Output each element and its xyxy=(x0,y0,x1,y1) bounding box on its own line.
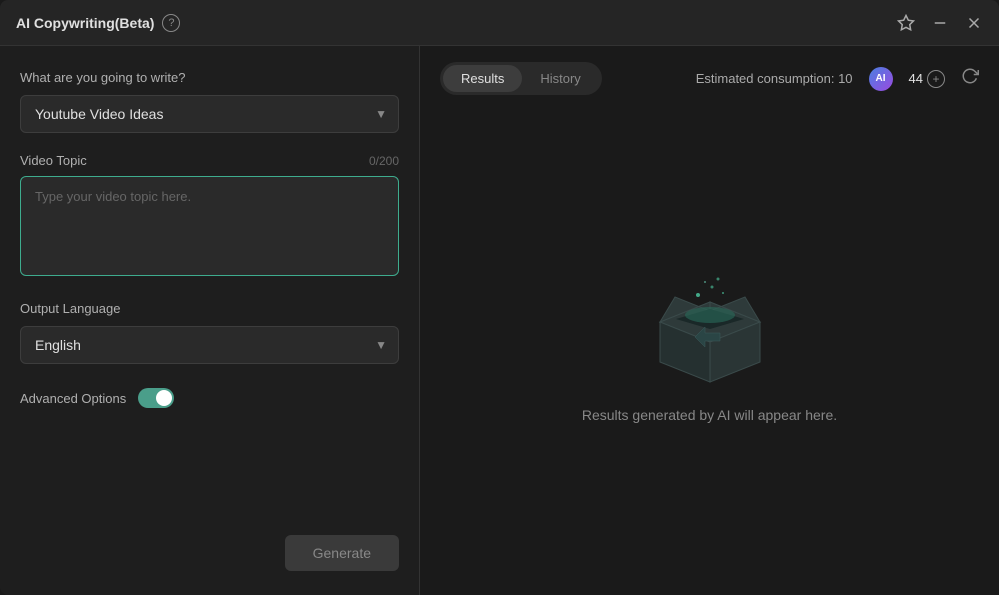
title-bar-left: AI Copywriting(Beta) ? xyxy=(16,14,180,32)
video-topic-label: Video Topic xyxy=(20,153,87,168)
help-icon[interactable]: ? xyxy=(162,14,180,32)
video-topic-header: Video Topic 0/200 xyxy=(20,153,399,168)
tabs-group: Results History xyxy=(440,62,602,95)
app-window: AI Copywriting(Beta) ? xyxy=(0,0,999,595)
video-topic-input[interactable] xyxy=(20,176,399,276)
box-illustration xyxy=(640,267,780,387)
output-language-label: Output Language xyxy=(20,301,399,316)
estimated-consumption: Estimated consumption: 10 xyxy=(696,71,853,86)
credit-number: 44 xyxy=(909,71,923,86)
close-icon[interactable] xyxy=(965,14,983,32)
bookmark-icon[interactable] xyxy=(897,14,915,32)
generate-button[interactable]: Generate xyxy=(285,535,399,571)
advanced-options-toggle[interactable] xyxy=(138,388,174,408)
minimize-icon[interactable] xyxy=(931,14,949,32)
advanced-options-label: Advanced Options xyxy=(20,391,126,406)
app-title: AI Copywriting(Beta) xyxy=(16,15,154,31)
right-panel-header: Results History Estimated consumption: 1… xyxy=(440,62,979,95)
language-dropdown-wrapper: English Spanish French German Chinese ▼ xyxy=(20,326,399,364)
char-count: 0/200 xyxy=(369,154,399,168)
tab-results[interactable]: Results xyxy=(443,65,522,92)
write-type-dropdown[interactable]: Youtube Video Ideas Blog Post Product De… xyxy=(20,95,399,133)
textarea-wrapper xyxy=(20,176,399,281)
empty-state-text: Results generated by AI will appear here… xyxy=(582,407,837,423)
add-credits-icon[interactable]: + xyxy=(927,70,945,88)
window-controls xyxy=(897,14,983,32)
left-panel: What are you going to write? Youtube Vid… xyxy=(0,46,420,595)
generate-btn-wrapper: Generate xyxy=(20,535,399,571)
empty-state: Results generated by AI will appear here… xyxy=(440,111,979,579)
tab-history[interactable]: History xyxy=(522,65,598,92)
ai-badge: AI xyxy=(869,67,893,91)
refresh-icon[interactable] xyxy=(961,67,979,90)
right-panel: Results History Estimated consumption: 1… xyxy=(420,46,999,595)
advanced-options-row: Advanced Options xyxy=(20,388,399,408)
write-label: What are you going to write? xyxy=(20,70,399,85)
title-bar: AI Copywriting(Beta) ? xyxy=(0,0,999,46)
main-content: What are you going to write? Youtube Vid… xyxy=(0,46,999,595)
write-type-dropdown-wrapper: Youtube Video Ideas Blog Post Product De… xyxy=(20,95,399,133)
language-dropdown[interactable]: English Spanish French German Chinese xyxy=(20,326,399,364)
credit-count: 44 + xyxy=(909,70,945,88)
toggle-knob xyxy=(156,390,172,406)
